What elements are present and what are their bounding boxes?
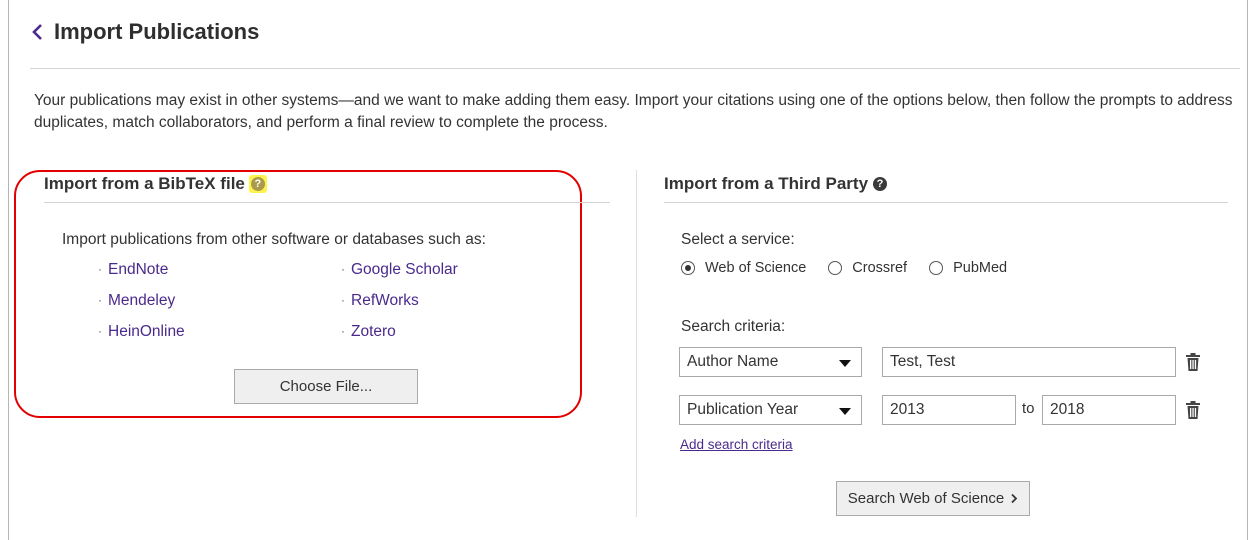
radio-web-of-science[interactable]: Web of Science bbox=[681, 260, 806, 276]
zotero-link[interactable]: Zotero bbox=[351, 316, 396, 347]
list-item: · HeinOnline bbox=[98, 316, 185, 347]
bibtex-title-text: Import from a BibTeX file bbox=[44, 174, 245, 193]
third-party-divider bbox=[664, 202, 1228, 203]
third-party-title-text: Import from a Third Party bbox=[664, 174, 869, 193]
to-label: to bbox=[1022, 400, 1035, 417]
google-scholar-link[interactable]: Google Scholar bbox=[351, 254, 458, 285]
bibtex-description: Import publications from other software … bbox=[62, 231, 486, 248]
question-circle-icon[interactable]: ? bbox=[250, 177, 265, 191]
search-web-of-science-button[interactable]: Search Web of Science bbox=[836, 481, 1030, 516]
radio-checked-icon bbox=[681, 261, 695, 275]
page-title: Import Publications bbox=[54, 19, 260, 44]
page-header: Import Publications bbox=[30, 17, 259, 47]
back-chevron-icon[interactable] bbox=[30, 17, 52, 47]
year-from-input[interactable] bbox=[882, 395, 1016, 425]
chevron-right-icon bbox=[1011, 493, 1018, 504]
radio-unchecked-icon bbox=[929, 261, 944, 275]
caret-down-icon bbox=[839, 360, 851, 367]
search-criteria-label: Search criteria: bbox=[681, 318, 786, 335]
column-divider bbox=[636, 170, 637, 517]
list-item: · Google Scholar bbox=[341, 254, 458, 285]
bibtex-divider bbox=[44, 202, 610, 203]
bibtex-links-col2: · Google Scholar · RefWorks · Zotero bbox=[341, 254, 458, 347]
heinonline-link[interactable]: HeinOnline bbox=[108, 316, 185, 347]
criteria-field-select[interactable]: Author Name bbox=[679, 347, 862, 377]
list-item: · RefWorks bbox=[341, 285, 458, 316]
bibtex-help-highlight: ? bbox=[248, 175, 267, 193]
third-party-section-title: Import from a Third Party ? bbox=[664, 174, 888, 194]
add-search-criteria-link[interactable]: Add search criteria bbox=[680, 437, 793, 452]
trash-icon[interactable] bbox=[1185, 400, 1201, 420]
intro-text: Your publications may exist in other sys… bbox=[34, 92, 1233, 131]
list-item: · EndNote bbox=[98, 254, 185, 285]
list-item: · Mendeley bbox=[98, 285, 185, 316]
bibtex-section-title: Import from a BibTeX file ? bbox=[44, 174, 267, 194]
radio-pubmed[interactable]: PubMed bbox=[929, 260, 1007, 276]
radio-label: PubMed bbox=[953, 260, 1008, 276]
radio-label: Crossref bbox=[852, 260, 908, 276]
trash-icon[interactable] bbox=[1185, 352, 1201, 372]
radio-label: Web of Science bbox=[705, 260, 807, 276]
radio-crossref[interactable]: Crossref bbox=[828, 260, 907, 276]
select-value: Author Name bbox=[687, 353, 779, 370]
header-divider bbox=[30, 68, 1240, 69]
select-service-label: Select a service: bbox=[681, 231, 795, 248]
select-value: Publication Year bbox=[687, 401, 799, 418]
list-item: · Zotero bbox=[341, 316, 458, 347]
refworks-link[interactable]: RefWorks bbox=[351, 285, 419, 316]
search-button-label: Search Web of Science bbox=[847, 490, 1005, 507]
author-name-input[interactable] bbox=[882, 347, 1176, 377]
caret-down-icon bbox=[839, 408, 851, 415]
endnote-link[interactable]: EndNote bbox=[108, 254, 168, 285]
service-radio-group: Web of Science Crossref PubMed bbox=[681, 260, 1029, 276]
question-circle-icon[interactable]: ? bbox=[873, 177, 888, 191]
year-to-input[interactable] bbox=[1042, 395, 1176, 425]
criteria-field-select[interactable]: Publication Year bbox=[679, 395, 862, 425]
choose-file-button[interactable]: Choose File... bbox=[234, 369, 418, 404]
bibtex-links-col1: · EndNote · Mendeley · HeinOnline bbox=[98, 254, 185, 347]
radio-unchecked-icon bbox=[828, 261, 843, 275]
mendeley-link[interactable]: Mendeley bbox=[108, 285, 175, 316]
